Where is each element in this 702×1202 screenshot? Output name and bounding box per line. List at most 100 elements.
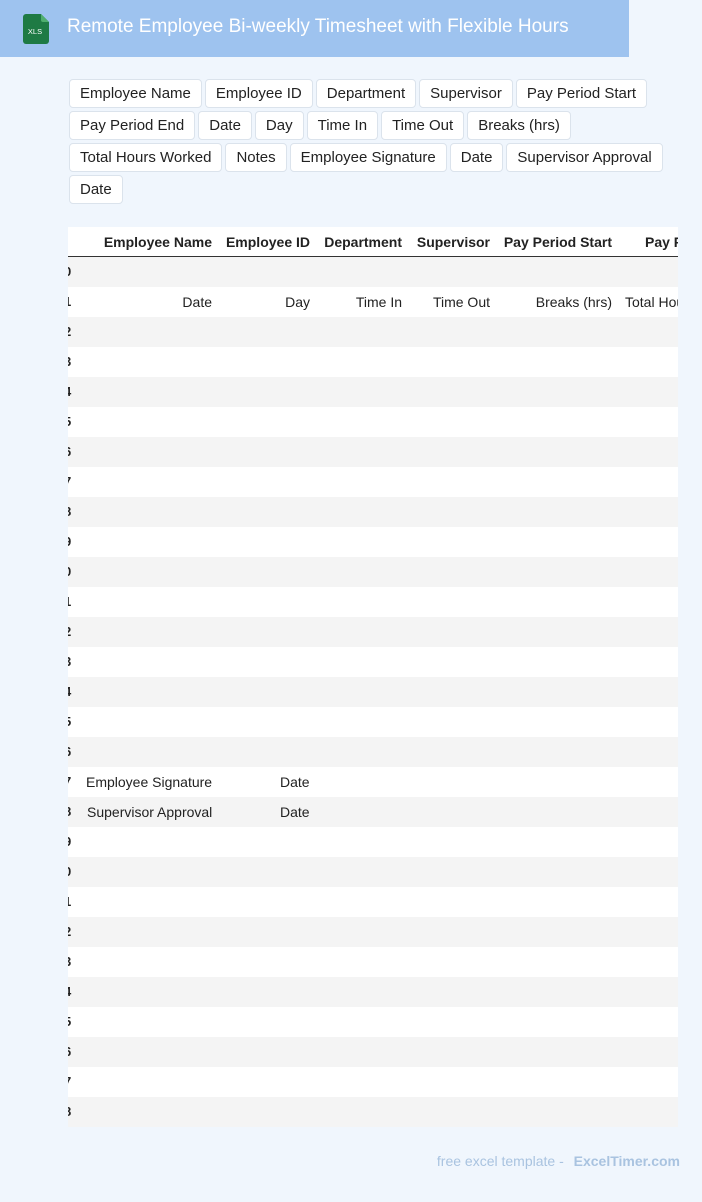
row-number: 7 [68, 1067, 71, 1097]
row-number: 3 [68, 347, 71, 377]
row-number: 6 [68, 737, 71, 767]
footer-text: free excel template - [436, 1153, 564, 1169]
table-row: 1 [68, 587, 678, 617]
table-cell: Date [182, 294, 212, 310]
field-tag[interactable]: Time Out [381, 111, 465, 140]
field-tag[interactable]: Employee Name [69, 79, 202, 108]
table-row: 3 [68, 347, 678, 377]
field-tag[interactable]: Day [254, 111, 304, 140]
row-number: 0 [68, 257, 71, 287]
field-tag[interactable]: Time In [306, 111, 379, 140]
row-number: 3 [68, 947, 71, 977]
row-number: 2 [68, 617, 71, 647]
table-cell: Breaks (hrs) [535, 294, 612, 310]
table-row: 2 [68, 917, 678, 947]
field-tag[interactable]: Pay Period Start [515, 79, 648, 108]
row-number: 5 [68, 1007, 71, 1037]
table-row: 2 [68, 317, 678, 347]
xls-file-icon: XLS [23, 14, 49, 44]
field-tag[interactable]: Total Hours Worked [69, 143, 223, 172]
header-cell: Supervisor [416, 234, 490, 250]
table-row: 5 [68, 1007, 678, 1037]
table-row: 9 [68, 527, 678, 557]
row-number: 5 [68, 407, 71, 437]
table-cell: Time Out [432, 294, 490, 310]
row-number: 7 [68, 467, 71, 497]
row-number: 6 [68, 1037, 71, 1067]
field-tag[interactable]: Notes [225, 143, 287, 172]
field-tag[interactable]: Date [69, 175, 123, 204]
xls-icon-label: XLS [28, 27, 42, 36]
header-cell: Department [324, 234, 402, 250]
row-number: 7 [68, 767, 71, 797]
table-row: 8 [68, 497, 678, 527]
table-cell: Supervisor Approval [87, 804, 213, 820]
row-number: 1 [68, 887, 71, 917]
field-tag[interactable]: Breaks (hrs) [467, 111, 571, 140]
table-cell: Time In [355, 294, 402, 310]
table-cell: Employee Signature [86, 774, 213, 790]
row-number: 2 [68, 317, 71, 347]
table-cell: Date [280, 774, 310, 790]
field-tag[interactable]: Supervisor Approval [506, 143, 663, 172]
spreadsheet-preview: Employee Name Employee ID Department Sup… [68, 227, 678, 1127]
field-tag[interactable]: Department [315, 79, 417, 108]
table-row: 0 [68, 857, 678, 887]
table-row: 9 [68, 827, 678, 857]
table-cell: Date [280, 804, 310, 820]
row-number: 0 [68, 857, 71, 887]
table-row: 8 [68, 1097, 678, 1127]
field-tag[interactable]: Date [449, 143, 504, 172]
footer: free excel template - ExcelTimer.com [437, 1153, 680, 1169]
table-row: 4 [68, 677, 678, 707]
row-number: 1 [68, 587, 71, 617]
table-row: 6 [68, 437, 678, 467]
table-row: 7 Employee Signature Date [68, 767, 678, 797]
row-number: 4 [68, 977, 71, 1007]
field-tag[interactable]: Pay Period End [69, 111, 196, 140]
table-row: 8 Supervisor Approval Date [68, 797, 678, 827]
row-number: 8 [68, 497, 71, 527]
footer-brand-link[interactable]: ExcelTimer.com [574, 1153, 680, 1169]
table-row: 4 [68, 977, 678, 1007]
field-tags: Employee Name Employee ID Department Superv… [69, 79, 669, 204]
field-tag[interactable]: Employee ID [204, 79, 313, 108]
row-number: 2 [68, 917, 71, 947]
field-tag[interactable]: Date [198, 111, 252, 140]
row-number: 9 [68, 827, 71, 857]
row-number: 4 [68, 677, 71, 707]
table-row: 2 [68, 617, 678, 647]
table-row: 7 [68, 467, 678, 497]
table-row: 0 [68, 557, 678, 587]
table-row: 6 [68, 1037, 678, 1067]
table-row: 0 [68, 257, 678, 287]
row-number: 9 [68, 527, 71, 557]
header-cell: Employee ID [225, 234, 310, 250]
table-row: 7 [68, 1067, 678, 1097]
row-number: 3 [68, 647, 71, 677]
title-bar: XLS Remote Employee Bi-weekly Timesheet … [0, 0, 629, 57]
header-cell: Pay Period Start [503, 234, 612, 250]
table-row: 3 [68, 647, 678, 677]
table-row: 4 [68, 377, 678, 407]
table-row: 5 [68, 707, 678, 737]
header-cell: Employee Name [103, 234, 212, 250]
field-tag[interactable]: Supervisor [419, 79, 513, 108]
table-row: 3 [68, 947, 678, 977]
row-number: 8 [68, 1097, 71, 1127]
table-cell: Day [285, 294, 310, 310]
table-row: 5 [68, 407, 678, 437]
table-cell: Total Hou [625, 294, 678, 310]
sheet-header-row: Employee Name Employee ID Department Sup… [68, 227, 678, 257]
row-number: 8 [68, 797, 71, 827]
row-number: 0 [68, 557, 71, 587]
row-number: 4 [68, 377, 71, 407]
header-cell: Pay P [645, 234, 678, 250]
field-tag[interactable]: Employee Signature [289, 143, 447, 172]
table-row: 1 [68, 887, 678, 917]
row-number: 6 [68, 437, 71, 467]
table-row: 1DateDayTime InTime OutBreaks (hrs)Total… [68, 287, 678, 317]
page-title: Remote Employee Bi-weekly Timesheet with… [67, 16, 569, 37]
row-number: 5 [68, 707, 71, 737]
table-row: 6 [68, 737, 678, 767]
